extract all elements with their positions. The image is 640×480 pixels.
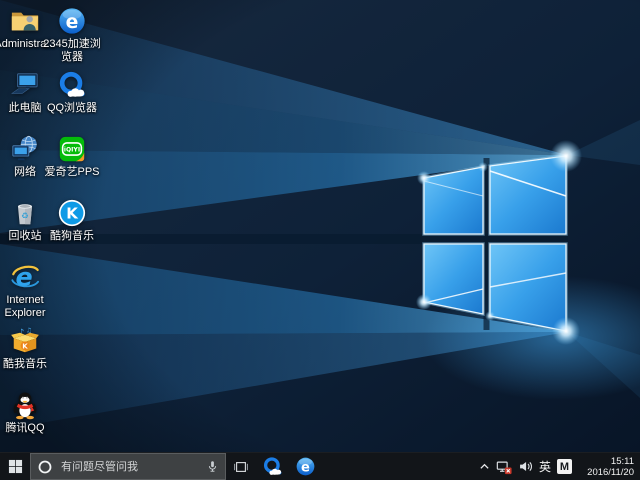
taskbar-search-box[interactable] bbox=[30, 453, 226, 480]
internet-explorer-icon: e bbox=[10, 262, 40, 292]
clock-time: 15:11 bbox=[611, 456, 634, 467]
cortana-icon bbox=[37, 459, 53, 475]
windows-10-desktop: Administra... 此电脑 网络 ♻ 回收站 e Internet Ex… bbox=[0, 0, 640, 480]
desktop-icon-qq-browser[interactable]: QQ浏览器 bbox=[40, 70, 104, 115]
chevron-up-icon bbox=[479, 461, 490, 472]
desktop-icon-label: 此电脑 bbox=[9, 102, 42, 115]
taskbar: e bbox=[0, 452, 640, 480]
network-disconnected-icon bbox=[496, 459, 512, 475]
svg-text:iQIYI: iQIYI bbox=[64, 147, 80, 154]
speaker-icon bbox=[518, 459, 533, 474]
tencent-qq-icon bbox=[10, 390, 40, 420]
desktop-icon-label: QQ浏览器 bbox=[47, 102, 97, 115]
task-view-button[interactable] bbox=[226, 453, 256, 480]
desktop-icon-label: 爱奇艺PPS bbox=[44, 166, 99, 179]
desktop-icon-label: 网络 bbox=[14, 166, 36, 179]
svg-text:K: K bbox=[22, 342, 28, 351]
windows-logo-icon bbox=[8, 459, 23, 474]
desktop-icon-kugou-music[interactable]: K 酷狗音乐 bbox=[40, 198, 104, 243]
svg-text:♻: ♻ bbox=[21, 211, 29, 221]
kuwo-music-icon: ♪ ♫ K bbox=[10, 326, 40, 356]
ime-indicator[interactable]: M bbox=[557, 459, 572, 474]
desktop-icon-label: 酷我音乐 bbox=[3, 358, 47, 371]
desktop-icon-label: 酷狗音乐 bbox=[50, 230, 94, 243]
browser-2345-icon: e bbox=[57, 6, 87, 36]
desktop-icon-browser-2345[interactable]: e 2345加速浏览器 bbox=[40, 6, 104, 64]
start-button[interactable] bbox=[0, 453, 30, 480]
search-input[interactable] bbox=[59, 460, 200, 474]
browser-2345-icon: e bbox=[295, 456, 316, 477]
clock-date: 2016/11/20 bbox=[587, 467, 634, 478]
desktop-icon-tencent-qq[interactable]: 腾讯QQ bbox=[0, 390, 57, 435]
qq-browser-icon bbox=[262, 456, 283, 477]
show-hidden-icons-button[interactable] bbox=[479, 461, 490, 472]
desktop-icon-label: 回收站 bbox=[9, 230, 42, 243]
network-icon bbox=[10, 134, 40, 164]
language-indicator[interactable]: 英 bbox=[539, 461, 551, 473]
iqiyi-pps-icon: iQIYI bbox=[57, 134, 87, 164]
pinned-apps: e bbox=[256, 453, 322, 480]
volume-button[interactable] bbox=[518, 459, 533, 474]
taskbar-clock[interactable]: 15:11 2016/11/20 bbox=[578, 456, 638, 478]
desktop-icon-internet-explorer[interactable]: e Internet Explorer bbox=[0, 262, 57, 320]
desktop-icon-iqiyi-pps[interactable]: iQIYI 爱奇艺PPS bbox=[40, 134, 104, 179]
desktop-icon-label: Internet Explorer bbox=[0, 294, 57, 320]
svg-text:e: e bbox=[301, 460, 310, 475]
system-tray: 英 M 15:11 2016/11/20 bbox=[479, 453, 640, 480]
recycle-bin-icon: ♻ bbox=[10, 198, 40, 228]
taskbar-app-qq-browser[interactable] bbox=[256, 453, 289, 480]
desktop-icon-kuwo-music[interactable]: ♪ ♫ K 酷我音乐 bbox=[0, 326, 57, 371]
desktop-icon-label: 2345加速浏览器 bbox=[40, 38, 104, 64]
microphone-icon[interactable] bbox=[206, 460, 219, 473]
kugou-music-icon: K bbox=[57, 198, 87, 228]
taskbar-app-browser-2345[interactable]: e bbox=[289, 453, 322, 480]
svg-text:e: e bbox=[66, 12, 79, 33]
desktop-icon-area: Administra... 此电脑 网络 ♻ 回收站 e Internet Ex… bbox=[0, 0, 640, 452]
svg-text:K: K bbox=[66, 205, 79, 223]
desktop-icon-label: 腾讯QQ bbox=[5, 422, 44, 435]
this-pc-icon bbox=[10, 70, 40, 100]
task-view-icon bbox=[233, 459, 249, 475]
user-folder-icon bbox=[10, 6, 40, 36]
qq-browser-icon bbox=[57, 70, 87, 100]
network-status-button[interactable] bbox=[496, 459, 512, 475]
